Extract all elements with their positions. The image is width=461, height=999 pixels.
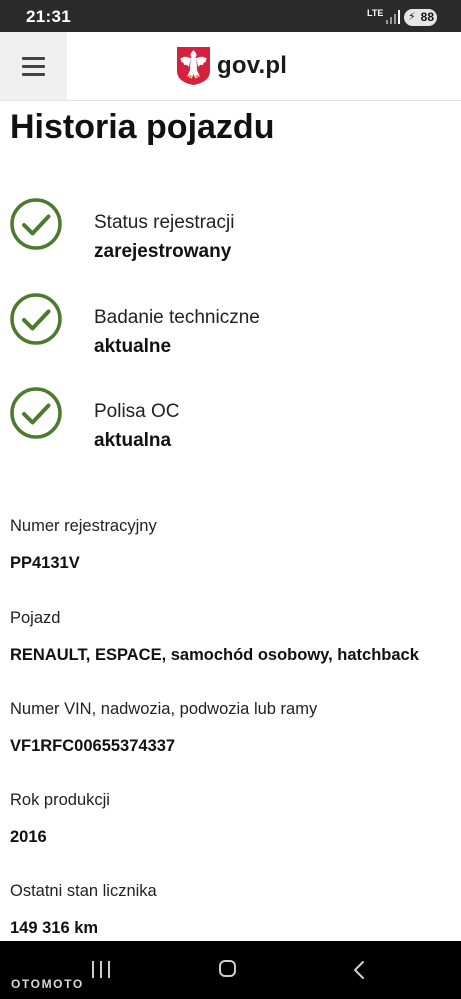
field-label: Pojazd [10, 609, 61, 627]
field-value: RENAULT, ESPACE, samochód osobowy, hatch… [10, 646, 419, 664]
polish-eagle-emblem-icon [177, 47, 210, 85]
check-circle-icon [10, 387, 62, 439]
clock: 21:31 [26, 7, 71, 26]
signal-icon [386, 10, 400, 24]
network-type-label: LTE [367, 8, 384, 18]
status-label: Badanie techniczne [94, 307, 260, 328]
menu-button[interactable] [0, 32, 67, 100]
page-title: Historia pojazdu [10, 108, 275, 146]
field-label: Numer VIN, nadwozia, podwozia lub ramy [10, 700, 318, 718]
field-label: Numer rejestracyjny [10, 517, 157, 535]
field-label: Ostatni stan licznika [10, 882, 157, 900]
status-bar: 21:31 LTE ⚡ 88 [0, 0, 461, 32]
status-label: Polisa OC [94, 401, 180, 422]
back-icon[interactable] [352, 960, 366, 980]
status-label: Status rejestracji [94, 212, 235, 233]
check-circle-icon [10, 198, 62, 250]
status-value: zarejestrowany [94, 241, 232, 262]
recent-apps-icon[interactable] [90, 961, 112, 978]
hamburger-menu-icon [22, 57, 45, 60]
home-icon[interactable] [219, 960, 236, 977]
battery-indicator: ⚡ 88 [404, 9, 437, 26]
hamburger-line [22, 73, 45, 76]
status-item-inspection: Badanie techniczne aktualne [10, 293, 450, 357]
field-value: PP4131V [10, 554, 80, 572]
battery-level: 88 [420, 10, 434, 24]
field-value: VF1RFC00655374337 [10, 737, 176, 755]
app-header: gov.pl [0, 32, 461, 101]
field-label: Rok produkcji [10, 791, 110, 809]
field-value: 2016 [10, 828, 47, 846]
logo-text: gov.pl [217, 52, 288, 79]
otomoto-watermark: OTOMOTO [11, 977, 84, 991]
field-value: 149 316 km [10, 919, 99, 937]
status-item-registration: Status rejestracji zarejestrowany [10, 198, 450, 262]
status-value: aktualna [94, 430, 172, 451]
system-navigation-bar: OTOMOTO [0, 941, 461, 999]
hamburger-line [22, 65, 45, 68]
charging-bolt-icon: ⚡ [408, 11, 416, 23]
status-item-insurance: Polisa OC aktualna [10, 387, 450, 451]
status-value: aktualne [94, 336, 172, 357]
check-circle-icon [10, 293, 62, 345]
